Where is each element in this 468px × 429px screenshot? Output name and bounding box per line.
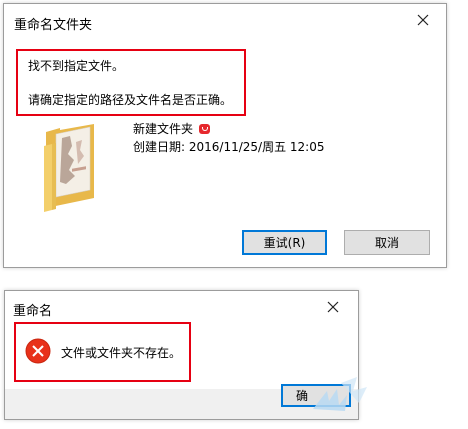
close-icon <box>310 291 356 323</box>
message-line-1: 找不到指定文件。 <box>28 59 125 73</box>
folder-name-row: 新建文件夹 <box>133 120 211 137</box>
close-icon <box>400 4 446 36</box>
close-button[interactable] <box>310 291 356 323</box>
rename-folder-dialog: 重命名文件夹 找不到指定文件。 请确定指定的路径及文件名是否正确。 新建文件夹 … <box>3 3 447 268</box>
message-highlight: 文件或文件夹不存在。 <box>14 322 191 382</box>
created-date: 创建日期: 2016/11/25/周五 12:05 <box>133 140 325 154</box>
retry-button[interactable]: 重试(R) <box>242 230 327 255</box>
dialog-title: 重命名文件夹 <box>14 18 93 33</box>
rename-error-dialog: 重命名 文件或文件夹不存在。 确 <box>4 290 359 420</box>
folder-name: 新建文件夹 <box>133 122 194 136</box>
error-icon <box>25 338 51 364</box>
title-bar: 重命名文件夹 <box>4 4 446 39</box>
error-message: 文件或文件夹不存在。 <box>61 346 182 360</box>
sync-badge-icon <box>199 123 211 134</box>
confirm-button[interactable]: 确 <box>281 384 351 407</box>
dialog-title: 重命名 <box>13 304 53 319</box>
message-highlight: 找不到指定文件。 请确定指定的路径及文件名是否正确。 <box>16 49 246 116</box>
cancel-button[interactable]: 取消 <box>344 230 430 255</box>
close-button[interactable] <box>400 4 446 36</box>
folder-icon <box>42 124 98 212</box>
confirm-label: 确 <box>295 389 308 403</box>
message-line-2: 请确定指定的路径及文件名是否正确。 <box>28 93 233 107</box>
